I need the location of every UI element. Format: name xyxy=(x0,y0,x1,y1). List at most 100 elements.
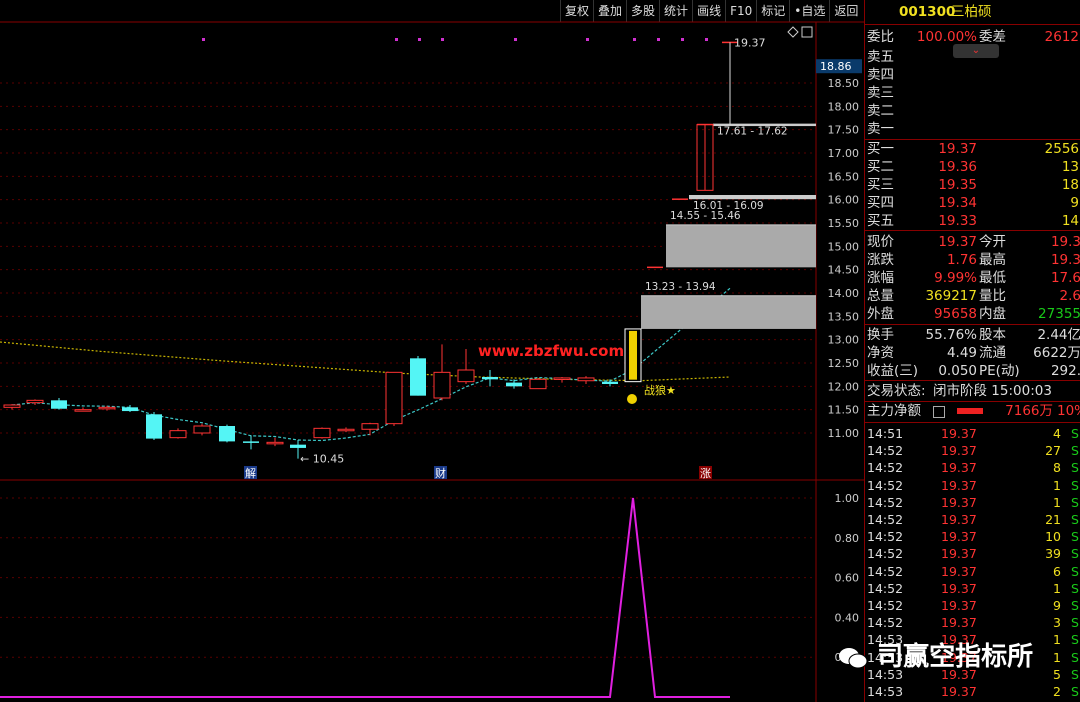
indicator-line xyxy=(0,497,730,698)
tick-row: 14:52 19.37 1 S xyxy=(867,494,1080,511)
list-icon[interactable] xyxy=(933,406,945,418)
tick-price: 19.37 xyxy=(941,598,977,613)
price-axis-label: 14.50 xyxy=(828,264,860,277)
quote-label-2: 量比 xyxy=(979,288,1006,304)
signal-dot xyxy=(681,38,684,41)
sell-level-row[interactable]: 卖四 xyxy=(867,67,1080,84)
tick-side: S xyxy=(1071,494,1079,510)
signal-dot xyxy=(705,38,708,41)
candle-body xyxy=(74,409,92,412)
watermark: 司赢空指标所 xyxy=(838,636,1033,673)
price-axis-label: 17.50 xyxy=(828,124,860,137)
net-flow-row: 主力净额 7166万 10% xyxy=(867,403,1080,420)
tick-time: 14:52 xyxy=(867,494,904,510)
buy-level-row[interactable]: 买二 19.36 13 xyxy=(867,159,1080,176)
candle-body xyxy=(3,404,21,408)
price-axis-label: 16.50 xyxy=(828,170,860,183)
buy-level-row[interactable]: 买四 19.34 9 xyxy=(867,195,1080,212)
quote-row: 涨幅 9.99% 最低 17.6 xyxy=(867,270,1080,287)
tick-volume: 21 xyxy=(1045,512,1061,527)
tick-volume: 1 xyxy=(1053,580,1061,596)
fundamental-row: 净资 4.49 流通 6622万 xyxy=(867,345,1080,362)
buy-level-price: 19.36 xyxy=(938,159,977,175)
tick-price: 19.37 xyxy=(941,512,977,527)
fundamental-value-2: 2.44亿 xyxy=(1037,327,1080,343)
tick-side: S xyxy=(1071,684,1079,699)
candle-body xyxy=(529,378,547,390)
tick-side: S xyxy=(1071,649,1079,665)
quote-label: 现价 xyxy=(867,234,894,250)
quote-row: 涨跌 1.76 最高 19.3 xyxy=(867,252,1080,269)
price-axis-label: 13.00 xyxy=(828,334,860,347)
buy-level-row[interactable]: 买三 19.35 18 xyxy=(867,177,1080,194)
tick-time: 14:52 xyxy=(867,598,904,613)
sell-level-row[interactable]: 卖一 xyxy=(867,121,1080,138)
signal-dot xyxy=(514,38,517,41)
tick-price: 19.37 xyxy=(941,443,977,459)
event-marker-label[interactable]: 涨 xyxy=(700,467,711,480)
signal-dot xyxy=(418,38,421,41)
kline-chart[interactable]: 18.50 18.00 17.50 17.00 16.50 16.00 15.50 15.00… xyxy=(0,0,864,702)
quote-label-2: 今开 xyxy=(979,234,1006,250)
candle-body xyxy=(26,399,44,404)
signal-dot xyxy=(395,38,398,41)
tick-price: 19.37 xyxy=(941,494,977,510)
tick-time: 14:51 xyxy=(867,426,904,441)
buy-level-row[interactable]: 买一 19.37 2556 xyxy=(867,141,1080,158)
tick-row: 14:52 19.37 9 S xyxy=(867,597,1080,614)
buy-level-price: 19.33 xyxy=(938,213,977,229)
quote-value: 369217 xyxy=(925,288,977,304)
tick-time: 14:52 xyxy=(867,512,904,527)
quote-row: 总量 369217 量比 2.6 xyxy=(867,288,1080,305)
tick-time: 14:52 xyxy=(867,615,904,631)
buy-level-label: 买三 xyxy=(867,177,894,193)
tick-price: 19.37 xyxy=(941,529,977,545)
sell-level-row[interactable]: 卖三 xyxy=(867,85,1080,102)
sell-level-row[interactable]: 卖二 xyxy=(867,103,1080,120)
buy-level-label: 买五 xyxy=(867,213,894,229)
fundamental-value: 55.76% xyxy=(925,327,977,343)
sell-level-label: 卖二 xyxy=(867,103,894,119)
quote-row: 外盘 95658 内盘 27355 xyxy=(867,306,1080,323)
signal-icon xyxy=(627,394,637,404)
trade-status-row: 交易状态: 闭市阶段 15:00:03 xyxy=(867,383,1080,400)
tick-time: 14:52 xyxy=(867,580,904,596)
net-flow-pct: 10% xyxy=(1057,403,1080,419)
quote-label: 总量 xyxy=(867,288,894,304)
tick-side: S xyxy=(1071,426,1079,441)
buy-level-label: 买四 xyxy=(867,195,894,211)
sell-level-row[interactable]: 卖五 xyxy=(867,49,1080,66)
price-axis-label: 14.00 xyxy=(828,287,860,300)
ma-short-line xyxy=(11,287,731,442)
tick-volume: 10 xyxy=(1045,529,1061,545)
fundamental-row: 换手 55.76% 股本 2.44亿 xyxy=(867,327,1080,344)
buy-level-row[interactable]: 买五 19.33 14 xyxy=(867,213,1080,230)
weicha-value: 2612 xyxy=(1044,29,1079,45)
candle-body xyxy=(410,358,426,396)
tick-volume: 3 xyxy=(1053,615,1061,631)
tick-side: S xyxy=(1071,615,1079,631)
net-flow-value: 7166万 xyxy=(1005,403,1053,419)
indicator-axis-label: 0.40 xyxy=(835,611,860,624)
net-flow-bar xyxy=(957,408,983,414)
event-marker-label[interactable]: 财 xyxy=(435,466,446,480)
price-axis-label: 12.00 xyxy=(828,380,860,393)
quote-row: 现价 19.37 今开 19.3 xyxy=(867,234,1080,251)
gap-zone-label: 13.23 - 13.94 xyxy=(645,281,716,293)
candle-body xyxy=(266,441,284,445)
stock-name: 三柏硕 xyxy=(951,4,992,20)
candle-body xyxy=(51,400,67,409)
signal-dot xyxy=(441,38,444,41)
candle-body xyxy=(602,381,618,384)
candle-body xyxy=(219,426,235,442)
gap-zone-label: 16.01 - 16.09 xyxy=(693,200,764,212)
candle-body xyxy=(457,369,475,383)
candle-body xyxy=(98,406,116,410)
tick-side: S xyxy=(1071,443,1079,459)
tick-volume: 1 xyxy=(1053,494,1061,510)
candle-body xyxy=(146,414,162,439)
tick-row: 14:52 19.37 1 S xyxy=(867,477,1080,494)
quote-label-2: 最低 xyxy=(979,270,1006,286)
candle-body xyxy=(122,407,138,412)
event-marker-label[interactable]: 解 xyxy=(245,466,256,480)
